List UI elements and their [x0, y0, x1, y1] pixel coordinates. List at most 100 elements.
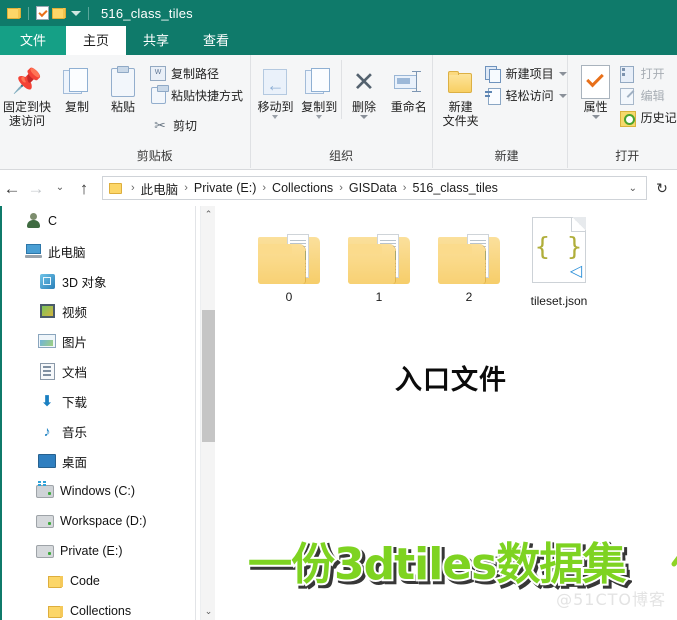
pin-to-quick-access-button[interactable]: 📌 固定到快 速访问: [0, 60, 54, 128]
sidebar-item-documents[interactable]: 文档: [0, 356, 195, 386]
paste-shortcut-icon: [150, 88, 166, 104]
scroll-up-icon[interactable]: ⌃: [201, 206, 216, 223]
chevron-down-icon[interactable]: [316, 115, 322, 119]
easy-access-button[interactable]: 轻松访问: [485, 86, 567, 105]
open-button[interactable]: 打开: [620, 64, 677, 83]
drive-icon: [36, 542, 54, 560]
list-item[interactable]: 1: [334, 212, 424, 308]
sidebar-item-label: C: [48, 214, 57, 228]
sidebar-item-c[interactable]: C: [0, 206, 195, 236]
file-explorer-window: 516_class_tiles 文件 主页 共享 查看 📌 固定到快 速访问 复…: [0, 0, 677, 620]
tab-view[interactable]: 查看: [186, 26, 246, 55]
properties-icon[interactable]: [36, 6, 49, 20]
sidebar-item-label: Code: [70, 574, 100, 588]
breadcrumb-item-516-class-tiles[interactable]: 516_class_tiles: [410, 181, 499, 195]
forward-button[interactable]: →: [24, 180, 48, 197]
sidebar-item-this-pc[interactable]: 此电脑: [0, 236, 195, 266]
paste-shortcut-button[interactable]: 粘贴快捷方式: [150, 86, 243, 105]
navigation-pane: C 此电脑 3D 对象 视频 图片 文档 ⬇ 下载 ♪ 音乐: [0, 206, 196, 620]
paste-button[interactable]: 粘贴: [100, 60, 146, 114]
list-item[interactable]: 0: [244, 212, 334, 308]
history-button[interactable]: 历史记: [620, 108, 677, 127]
breadcrumb-item-private-e[interactable]: Private (E:): [192, 181, 259, 195]
sidebar-item-desktop[interactable]: 桌面: [0, 446, 195, 476]
list-item[interactable]: 2: [424, 212, 514, 308]
sidebar-item-3d-objects[interactable]: 3D 对象: [0, 266, 195, 296]
sidebar-item-downloads[interactable]: ⬇ 下载: [0, 386, 195, 416]
folder-icon[interactable]: [52, 7, 66, 19]
new-folder-button[interactable]: 新建 文件夹: [439, 60, 483, 128]
folder-icon[interactable]: [7, 7, 21, 19]
pictures-icon: [38, 332, 56, 350]
rename-button[interactable]: 重命名: [386, 60, 432, 114]
sidebar-item-collections[interactable]: Collections: [0, 596, 195, 620]
music-icon: ♪: [38, 422, 56, 440]
copy-button[interactable]: 复制: [54, 60, 100, 114]
scroll-down-icon[interactable]: ⌄: [201, 603, 216, 620]
edit-icon: [620, 88, 636, 104]
pin-to-quick-access-label2: 速访问: [9, 114, 45, 128]
move-to-button[interactable]: ← 移动到: [254, 60, 298, 119]
folder-icon: [348, 212, 410, 284]
json-file-icon: { } ◁: [532, 212, 586, 288]
copy-to-button[interactable]: 复制到: [297, 60, 341, 119]
breadcrumb-item-this-pc[interactable]: 此电脑: [139, 179, 181, 198]
customize-quick-access-caret-icon[interactable]: [71, 11, 81, 16]
quick-access-toolbar: [0, 6, 93, 20]
properties-button[interactable]: 属性: [574, 60, 618, 119]
sidebar-item-label: 3D 对象: [62, 272, 106, 291]
folder-icon: [258, 212, 320, 284]
ribbon-tabstrip: 文件 主页 共享 查看: [0, 26, 677, 55]
back-button[interactable]: ←: [0, 180, 24, 197]
this-pc-icon: [24, 242, 42, 260]
list-item[interactable]: { } ◁ tileset.json: [514, 212, 604, 308]
copy-path-button[interactable]: W 复制路径: [150, 64, 243, 83]
item-name: 0: [286, 290, 293, 304]
sidebar-item-music[interactable]: ♪ 音乐: [0, 416, 195, 446]
ribbon-group-clipboard: 📌 固定到快 速访问 复制 粘贴 W 复制路径: [0, 55, 251, 168]
breadcrumb-item-collections[interactable]: Collections: [270, 181, 335, 195]
chevron-down-icon[interactable]: [559, 94, 567, 98]
documents-icon: [38, 362, 56, 380]
refresh-button[interactable]: ↻: [647, 180, 677, 197]
tab-file[interactable]: 文件: [0, 26, 66, 55]
breadcrumb-item-gisdata[interactable]: GISData: [347, 181, 399, 195]
ribbon-group-label-open: 打开: [568, 148, 677, 168]
recent-locations-button[interactable]: ⌄: [48, 183, 72, 193]
sidebar-item-windows-c[interactable]: Windows (C:): [0, 476, 195, 506]
sidebar-item-label: 音乐: [62, 422, 87, 441]
chevron-down-icon[interactable]: [592, 115, 600, 119]
ribbon-group-label-organize: 组织: [251, 148, 432, 168]
sidebar-item-private-e[interactable]: Private (E:): [0, 536, 195, 566]
ribbon-group-label-clipboard: 剪贴板: [0, 148, 250, 168]
sidebar-item-workspace-d[interactable]: Workspace (D:): [0, 506, 195, 536]
tab-share[interactable]: 共享: [126, 26, 186, 55]
up-button[interactable]: ↑: [72, 180, 96, 197]
divider: [28, 7, 29, 20]
chevron-down-icon[interactable]: [272, 115, 278, 119]
delete-button[interactable]: ✕ 删除: [341, 60, 386, 119]
sidebar-item-pictures[interactable]: 图片: [0, 326, 195, 356]
navigation-scrollbar[interactable]: ⌃ ⌄: [200, 206, 215, 620]
chevron-down-icon[interactable]: [559, 72, 567, 76]
tab-home[interactable]: 主页: [66, 26, 126, 55]
folder-icon: [109, 182, 123, 194]
breadcrumb[interactable]: › 此电脑 › Private (E:) › Collections › GIS…: [102, 176, 647, 200]
user-icon: [24, 212, 42, 230]
copy-to-label: 复制到: [301, 100, 337, 114]
folder-icon: [46, 572, 64, 590]
scrollbar-thumb[interactable]: [202, 310, 215, 442]
sidebar-item-videos[interactable]: 视频: [0, 296, 195, 326]
vscode-icon: ◁: [570, 264, 582, 280]
cut-label: 剪切: [173, 117, 197, 134]
drive-icon: [36, 512, 54, 530]
edit-button[interactable]: 编辑: [620, 86, 677, 105]
copy-label: 复制: [65, 100, 89, 114]
chevron-down-icon[interactable]: [360, 115, 368, 119]
chevron-down-icon[interactable]: ⌄: [620, 183, 646, 194]
sidebar-item-code[interactable]: Code: [0, 566, 195, 596]
new-item-button[interactable]: 新建项目: [485, 64, 567, 83]
new-folder-label2: 文件夹: [443, 114, 479, 128]
item-name: tileset.json: [531, 294, 588, 308]
cut-button[interactable]: ✂ 剪切: [150, 116, 243, 135]
